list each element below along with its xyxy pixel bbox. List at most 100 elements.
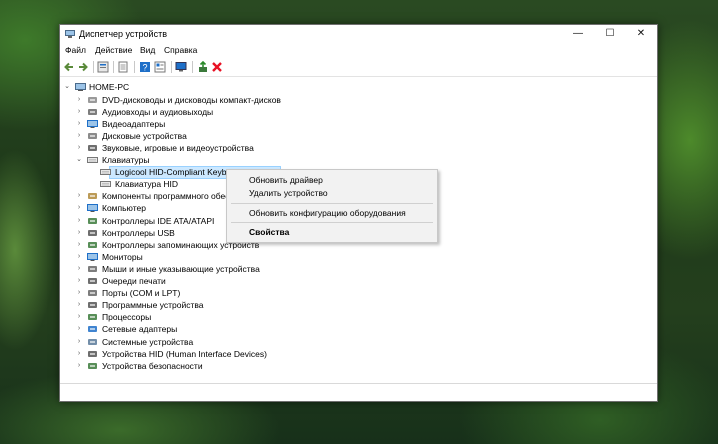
category-label: Компьютер xyxy=(102,203,146,214)
properties-icon[interactable] xyxy=(97,61,109,73)
category-item[interactable]: › Видеоадаптеры xyxy=(75,118,475,130)
category-label: Звуковые, игровые и видеоустройства xyxy=(102,142,254,153)
expand-icon[interactable]: › xyxy=(75,299,83,311)
context-separator xyxy=(231,203,433,204)
monitor-icon xyxy=(87,252,98,261)
expand-icon[interactable]: › xyxy=(75,142,83,154)
category-label: Аудиовходы и аудиовыходы xyxy=(102,106,214,117)
minimize-button[interactable]: — xyxy=(562,25,594,43)
maximize-button[interactable]: ☐ xyxy=(594,25,626,43)
menu-view[interactable]: Вид xyxy=(140,45,155,55)
category-label: Очереди печати xyxy=(102,276,166,286)
menu-help[interactable]: Справка xyxy=(164,45,197,55)
category-item[interactable]: › Порты (COM и LPT) xyxy=(75,287,475,299)
category-item[interactable]: › Программные устройства xyxy=(75,299,475,311)
category-item[interactable]: › Устройства безопасности xyxy=(75,360,475,372)
system-icon xyxy=(88,338,97,345)
expand-icon[interactable]: › xyxy=(75,106,83,118)
toolbar-separator xyxy=(192,61,193,73)
svg-text:?: ? xyxy=(142,63,147,73)
category-label: Программные устройства xyxy=(102,300,204,311)
software-device-icon xyxy=(88,302,97,309)
collapse-icon[interactable]: ⌄ xyxy=(75,154,83,166)
toolbar-separator xyxy=(171,61,172,73)
expand-icon[interactable]: › xyxy=(75,287,83,299)
computer-icon xyxy=(87,204,98,213)
expand-icon[interactable]: › xyxy=(75,263,83,275)
audio-icon xyxy=(88,108,97,115)
display-adapter-icon xyxy=(87,119,98,128)
category-item[interactable]: › Процессоры xyxy=(75,311,475,323)
context-menu: Обновить драйвер Удалить устройство Обно… xyxy=(226,169,438,243)
mouse-icon xyxy=(88,265,97,272)
monitor-icon[interactable] xyxy=(175,61,187,73)
context-update-driver[interactable]: Обновить драйвер xyxy=(249,175,323,185)
menu-action[interactable]: Действие xyxy=(95,45,132,55)
category-label: Дисковые устройства xyxy=(102,130,187,141)
device-manager-app-icon xyxy=(65,30,75,38)
hid-icon xyxy=(88,350,97,357)
context-properties[interactable]: Свойства xyxy=(249,227,289,237)
category-item[interactable]: › Мониторы xyxy=(75,251,475,263)
category-label: DVD-дисководы и дисководы компакт-дисков xyxy=(102,94,281,105)
expand-icon[interactable]: › xyxy=(75,360,83,372)
security-icon xyxy=(88,362,97,369)
sheet-icon[interactable] xyxy=(117,61,129,73)
category-item[interactable]: › Системные устройства xyxy=(75,336,475,348)
cpu-icon xyxy=(88,314,97,321)
expand-icon[interactable]: › xyxy=(75,227,83,239)
port-icon xyxy=(88,290,97,297)
storage-icon xyxy=(88,241,97,248)
printer-icon xyxy=(88,278,97,284)
expand-icon[interactable]: › xyxy=(75,190,83,202)
category-item[interactable]: › Звуковые, игровые и видеоустройства xyxy=(75,142,475,154)
expand-icon[interactable]: › xyxy=(75,215,83,227)
category-item[interactable]: › Дисковые устройства xyxy=(75,130,475,142)
menu-file[interactable]: Файл xyxy=(65,45,86,55)
uninstall-icon[interactable] xyxy=(211,61,223,73)
back-icon[interactable] xyxy=(63,61,75,73)
category-label: Системные устройства xyxy=(102,336,194,347)
software-icon xyxy=(88,193,97,200)
forward-icon[interactable] xyxy=(77,61,89,73)
expand-icon[interactable]: › xyxy=(75,311,83,323)
category-item[interactable]: › Устройства HID (Human Interface Devices… xyxy=(75,348,475,360)
view-icon[interactable] xyxy=(154,61,166,73)
toolbar-separator xyxy=(93,61,94,73)
category-item[interactable]: › Сетевые адаптеры xyxy=(75,323,475,335)
close-button[interactable]: ✕ xyxy=(625,25,657,43)
category-label: Устройства безопасности xyxy=(102,360,203,371)
title-bar[interactable]: Диспетчер устройств — ☐ ✕ xyxy=(60,25,657,43)
help-icon[interactable]: ? xyxy=(139,61,151,73)
category-item[interactable]: › Мыши и иные указывающие устройства xyxy=(75,263,475,275)
category-label: Устройства HID (Human Interface Devices) xyxy=(102,348,267,359)
expand-icon[interactable]: › xyxy=(75,275,83,287)
ide-icon xyxy=(88,217,97,224)
usb-icon xyxy=(88,229,97,236)
context-uninstall-device[interactable]: Удалить устройство xyxy=(249,188,328,198)
category-item[interactable]: ⌄ Клавиатуры xyxy=(75,154,475,166)
category-item[interactable]: › DVD-дисководы и дисководы компакт-диско… xyxy=(75,94,475,106)
category-item[interactable]: › Аудиовходы и аудиовыходы xyxy=(75,106,475,118)
expand-icon[interactable]: › xyxy=(75,202,83,214)
toolbar-separator xyxy=(134,61,135,73)
expand-icon[interactable]: › xyxy=(75,336,83,348)
context-scan-hardware[interactable]: Обновить конфигурацию оборудования xyxy=(249,208,406,218)
category-label: Видеоадаптеры xyxy=(102,118,166,129)
update-driver-icon[interactable] xyxy=(197,61,209,73)
expand-icon[interactable]: › xyxy=(75,348,83,360)
expand-icon[interactable]: › xyxy=(75,94,83,106)
toolbar-separator xyxy=(113,61,114,73)
category-label: Контроллеры USB xyxy=(102,227,175,238)
expand-icon[interactable]: › xyxy=(75,118,83,130)
category-label: Порты (COM и LPT) xyxy=(102,288,181,299)
expand-icon[interactable]: › xyxy=(75,130,83,142)
expand-icon[interactable]: › xyxy=(75,323,83,335)
window-title: Диспетчер устройств xyxy=(79,29,167,39)
expand-icon[interactable]: › xyxy=(75,239,83,251)
collapse-icon[interactable]: ⌄ xyxy=(63,81,71,93)
device-label: Клавиатура HID xyxy=(115,179,179,190)
expand-icon[interactable]: › xyxy=(75,251,83,263)
category-label: Сетевые адаптеры xyxy=(102,324,178,335)
category-item[interactable]: › Очереди печати xyxy=(75,275,475,287)
